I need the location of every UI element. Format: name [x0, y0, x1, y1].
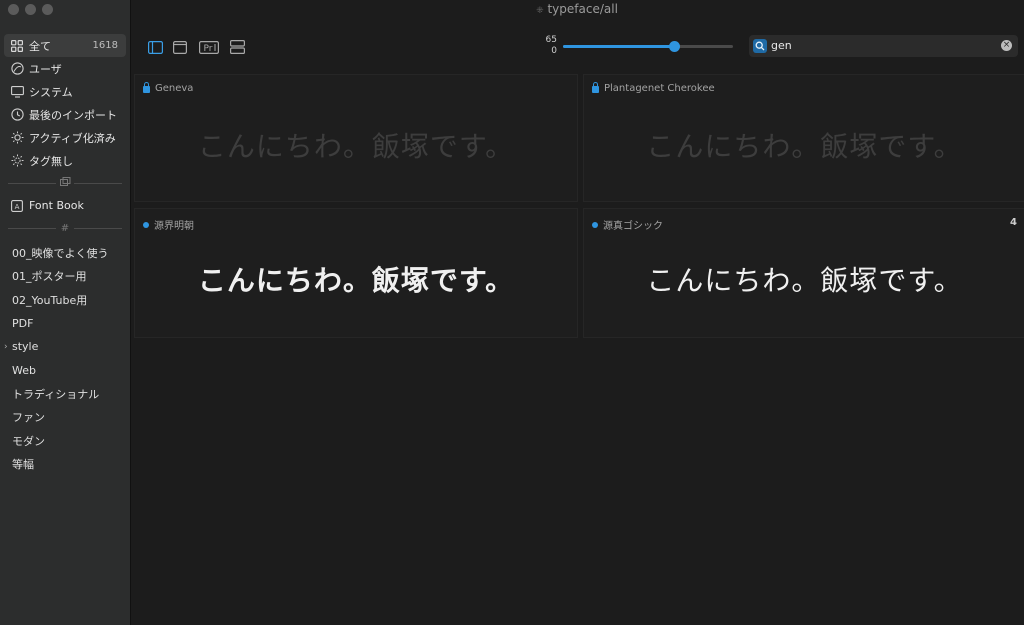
search-icon	[753, 39, 767, 53]
toggle-sidebar-button[interactable]	[148, 39, 164, 55]
font-card[interactable]: 源真ゴシック 4 こんにちわ。飯塚です。	[583, 208, 1024, 338]
grid-icon	[10, 39, 24, 53]
font-card-header: Plantagenet Cherokee	[592, 82, 715, 94]
window-view-button[interactable]	[173, 39, 189, 55]
tag-item[interactable]: Web	[4, 359, 126, 383]
font-sample-text: こんにちわ。飯塚です。	[197, 264, 515, 297]
window-controls	[8, 4, 53, 15]
tag-label: モダン	[12, 434, 45, 448]
font-name: Plantagenet Cherokee	[604, 83, 715, 94]
user-circle-icon	[10, 62, 24, 76]
window-icon	[173, 41, 188, 55]
active-dot-icon	[592, 221, 598, 228]
tag-label: Web	[12, 363, 36, 377]
sidebar-item-last-import[interactable]: 最後のインポート	[4, 103, 126, 126]
minimize-window-button[interactable]	[25, 4, 36, 15]
sidebar-item-system[interactable]: システム	[4, 80, 126, 103]
font-sample-text: こんにちわ。飯塚です。	[646, 130, 963, 163]
monitor-icon	[10, 85, 24, 99]
clock-icon	[10, 108, 24, 122]
sidebar-item-activated[interactable]: アクティブ化済み	[4, 126, 126, 149]
font-size-readout: 65 0	[535, 35, 557, 57]
sidebar-icon	[148, 41, 164, 55]
svg-text:A: A	[15, 203, 20, 211]
sidebar-item-label: アクティブ化済み	[29, 131, 116, 145]
tag-item[interactable]: 等幅	[4, 453, 126, 477]
search-input[interactable]: gen	[771, 39, 792, 52]
sun-outline-icon	[10, 154, 24, 168]
chevron-right-icon[interactable]: ›	[4, 342, 8, 352]
style-count-badge: 4	[1010, 217, 1017, 228]
list-layout-button[interactable]	[230, 39, 246, 55]
sidebar-item-label: Font Book	[29, 199, 84, 212]
sun-icon	[10, 131, 24, 145]
font-size-value: 65	[545, 35, 557, 45]
sidebar-item-font-book[interactable]: A Font Book	[4, 194, 126, 217]
preview-text-button[interactable]: Pr	[199, 39, 219, 55]
sidebar-item-all[interactable]: 全て 1618	[4, 34, 126, 57]
tag-item[interactable]: モダン	[4, 429, 126, 453]
clear-search-icon[interactable]: ×	[1001, 40, 1012, 51]
sidebar-nav: 全て 1618 ユーザ システム 最後のインポート アクティブ化済み タグ無し …	[4, 34, 126, 476]
sidebar-item-label: 全て	[29, 39, 51, 53]
grid-dots-icon: ⁜	[536, 6, 544, 16]
section-divider-library	[4, 176, 126, 190]
tag-item[interactable]: ファン	[4, 406, 126, 430]
slider-knob[interactable]	[668, 41, 680, 52]
text-preview-icon: Pr	[199, 41, 219, 55]
sidebar-item-label: システム	[29, 85, 73, 99]
tag-item[interactable]: PDF	[4, 312, 126, 336]
font-name: Geneva	[155, 83, 194, 94]
tag-item[interactable]: 01_ポスター用	[4, 265, 126, 289]
svg-text:Pr: Pr	[204, 44, 213, 54]
tag-item[interactable]: 02_YouTube用	[4, 288, 126, 312]
font-card-header: 源界明朝	[143, 217, 194, 232]
rows-icon	[230, 40, 246, 55]
font-size-min: 0	[551, 46, 557, 56]
font-count: 1618	[92, 40, 118, 51]
tag-label: 02_YouTube用	[12, 293, 88, 307]
font-sample-text: こんにちわ。飯塚です。	[646, 264, 963, 297]
font-name: 源真ゴシック	[603, 221, 663, 232]
hash-icon: #	[60, 222, 70, 234]
close-window-button[interactable]	[8, 4, 19, 15]
sidebar-item-user[interactable]: ユーザ	[4, 57, 126, 80]
sidebar-item-label: ユーザ	[29, 62, 62, 76]
sidebar-item-label: タグ無し	[29, 154, 73, 168]
tag-item[interactable]: トラディショナル	[4, 382, 126, 406]
tag-item[interactable]: › style	[4, 335, 126, 359]
sidebar-item-label: 最後のインポート	[29, 108, 117, 122]
font-card[interactable]: 源界明朝 こんにちわ。飯塚です。	[134, 208, 578, 338]
font-card[interactable]: Geneva こんにちわ。飯塚です。	[134, 74, 578, 202]
tag-label: 等幅	[12, 458, 34, 472]
collection-icon	[56, 177, 74, 189]
sidebar-item-untagged[interactable]: タグ無し	[4, 149, 126, 172]
window-title-bar: ⁜ typeface/all	[130, 0, 1024, 18]
tag-label: ファン	[12, 411, 45, 425]
tag-label: style	[12, 340, 39, 354]
slider-fill	[563, 45, 674, 48]
tag-label: 01_ポスター用	[12, 270, 87, 284]
lock-icon	[592, 82, 599, 93]
tag-label: 00_映像でよく使う	[12, 246, 109, 260]
tag-label: トラディショナル	[12, 387, 100, 401]
lock-icon	[143, 82, 150, 93]
sidebar: 全て 1618 ユーザ システム 最後のインポート アクティブ化済み タグ無し …	[0, 0, 131, 625]
active-dot-icon	[143, 221, 149, 228]
font-size-slider[interactable]	[563, 41, 733, 52]
book-icon: A	[10, 199, 24, 213]
font-sample-text: こんにちわ。飯塚です。	[197, 130, 515, 163]
font-card-header: Geneva	[143, 82, 194, 94]
section-divider-tags: #	[4, 221, 126, 235]
window-title: typeface/all	[547, 2, 618, 16]
font-card-header: 源真ゴシック	[592, 217, 663, 232]
search-field[interactable]: gen ×	[749, 35, 1018, 57]
tag-label: PDF	[12, 316, 34, 330]
zoom-window-button[interactable]	[42, 4, 53, 15]
font-name: 源界明朝	[154, 221, 194, 232]
tag-item[interactable]: 00_映像でよく使う	[4, 241, 126, 265]
font-card[interactable]: Plantagenet Cherokee こんにちわ。飯塚です。	[583, 74, 1024, 202]
